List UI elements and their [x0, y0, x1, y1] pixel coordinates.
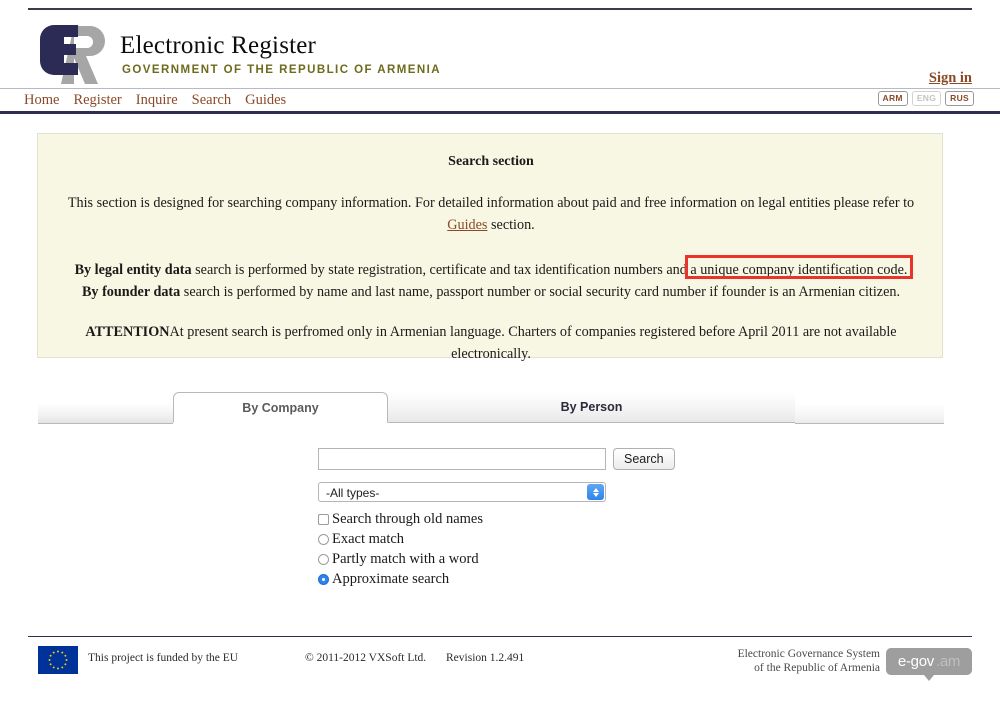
footer-egov-caption: Electronic Governance System of the Repu…: [738, 647, 880, 675]
option-search-old-names[interactable]: Search through old names: [318, 510, 483, 529]
tab-by-company-label: By Company: [242, 400, 319, 415]
option-exact-match-label: Exact match: [332, 531, 405, 547]
site-header: Electronic Register GOVERNMENT OF THE RE…: [0, 10, 1000, 88]
option-exact-match[interactable]: Exact match: [318, 530, 404, 549]
footer-divider: [28, 636, 972, 637]
footer-eu-funding-text: This project is funded by the EU: [88, 652, 239, 664]
company-type-select[interactable]: -All types-: [318, 482, 606, 502]
tab-by-person[interactable]: By Person: [388, 392, 795, 423]
info-intro-text-before: This section is designed for searching c…: [67, 195, 915, 211]
founder-data-label: By founder data: [81, 284, 181, 300]
search-submit-button[interactable]: Search: [613, 448, 675, 470]
legal-entity-label: By legal entity data: [74, 262, 192, 278]
checkbox-search-old-names[interactable]: [318, 514, 329, 525]
language-switcher: ARM ENG RUS: [877, 91, 974, 106]
nav-item-home[interactable]: Home: [24, 92, 59, 109]
brand-title: Electronic Register: [120, 32, 317, 59]
tab-strip-right-filler: [795, 403, 944, 424]
attention-text: At present search is perfromed only in A…: [169, 324, 897, 362]
company-type-select-value: -All types-: [326, 486, 380, 500]
egov-am-badge[interactable]: e-gov .am: [886, 648, 972, 681]
language-button-eng[interactable]: ENG: [911, 91, 942, 106]
egov-badge-main-label: e-gov: [897, 653, 934, 670]
info-paragraph-attention: ATTENTIONAt present search is perfromed …: [66, 321, 916, 365]
option-partly-match[interactable]: Partly match with a word: [318, 550, 479, 569]
er-monogram-logo-icon[interactable]: [40, 22, 120, 88]
search-query-input[interactable]: [318, 448, 606, 470]
tab-strip-left-filler: [38, 403, 173, 424]
footer-copyright: © 2011-2012 VXSoft Ltd.: [305, 652, 427, 664]
nav-item-search[interactable]: Search: [192, 92, 231, 109]
tab-by-company[interactable]: By Company: [173, 392, 388, 423]
chevron-updown-icon[interactable]: [587, 484, 604, 500]
nav-bottom-divider: [0, 111, 1000, 114]
option-approximate-search-label: Approximate search: [332, 571, 450, 587]
sign-in-link[interactable]: Sign in: [929, 70, 972, 87]
language-button-rus[interactable]: RUS: [945, 91, 974, 106]
nav-item-register[interactable]: Register: [73, 92, 121, 109]
footer-egov-caption-line1: Electronic Governance System: [737, 648, 880, 660]
info-panel: Search section This section is designed …: [37, 133, 943, 362]
attention-label: ATTENTION: [85, 324, 170, 340]
footer-revision: Revision 1.2.491: [446, 652, 525, 664]
guides-link[interactable]: Guides: [447, 217, 487, 233]
brand-subtitle: GOVERNMENT OF THE REPUBLIC OF ARMENIA: [122, 64, 442, 76]
page-title: Search section: [448, 154, 534, 169]
info-intro-text-after: section.: [487, 217, 535, 233]
option-approximate-search[interactable]: Approximate search: [318, 570, 449, 589]
tab-by-person-label: By Person: [560, 400, 623, 414]
radio-approximate-search[interactable]: [318, 574, 329, 585]
search-tabs: By Company By Person: [38, 392, 944, 424]
option-partly-match-label: Partly match with a word: [332, 551, 479, 567]
main-navigation: Home Register Inquire Search Guides ARM …: [0, 89, 1000, 111]
nav-item-inquire[interactable]: Inquire: [136, 92, 178, 109]
radio-exact-match[interactable]: [318, 534, 329, 545]
founder-data-text: search is performed by name and last nam…: [180, 284, 901, 300]
egov-badge-tld-label: .am: [935, 653, 961, 670]
nav-item-list: Home Register Inquire Search Guides: [24, 89, 286, 111]
radio-partly-match[interactable]: [318, 554, 329, 565]
nav-item-guides[interactable]: Guides: [245, 92, 286, 109]
info-paragraph-intro: This section is designed for searching c…: [66, 192, 916, 236]
info-paragraph-search-modes: By legal entity data search is performed…: [66, 259, 916, 303]
language-button-arm[interactable]: ARM: [877, 91, 908, 106]
footer-egov-caption-line2: of the Republic of Armenia: [754, 662, 880, 674]
european-union-flag-icon: [38, 646, 78, 674]
legal-entity-text: search is performed by state registratio…: [191, 262, 908, 278]
option-search-old-names-label: Search through old names: [332, 511, 484, 527]
